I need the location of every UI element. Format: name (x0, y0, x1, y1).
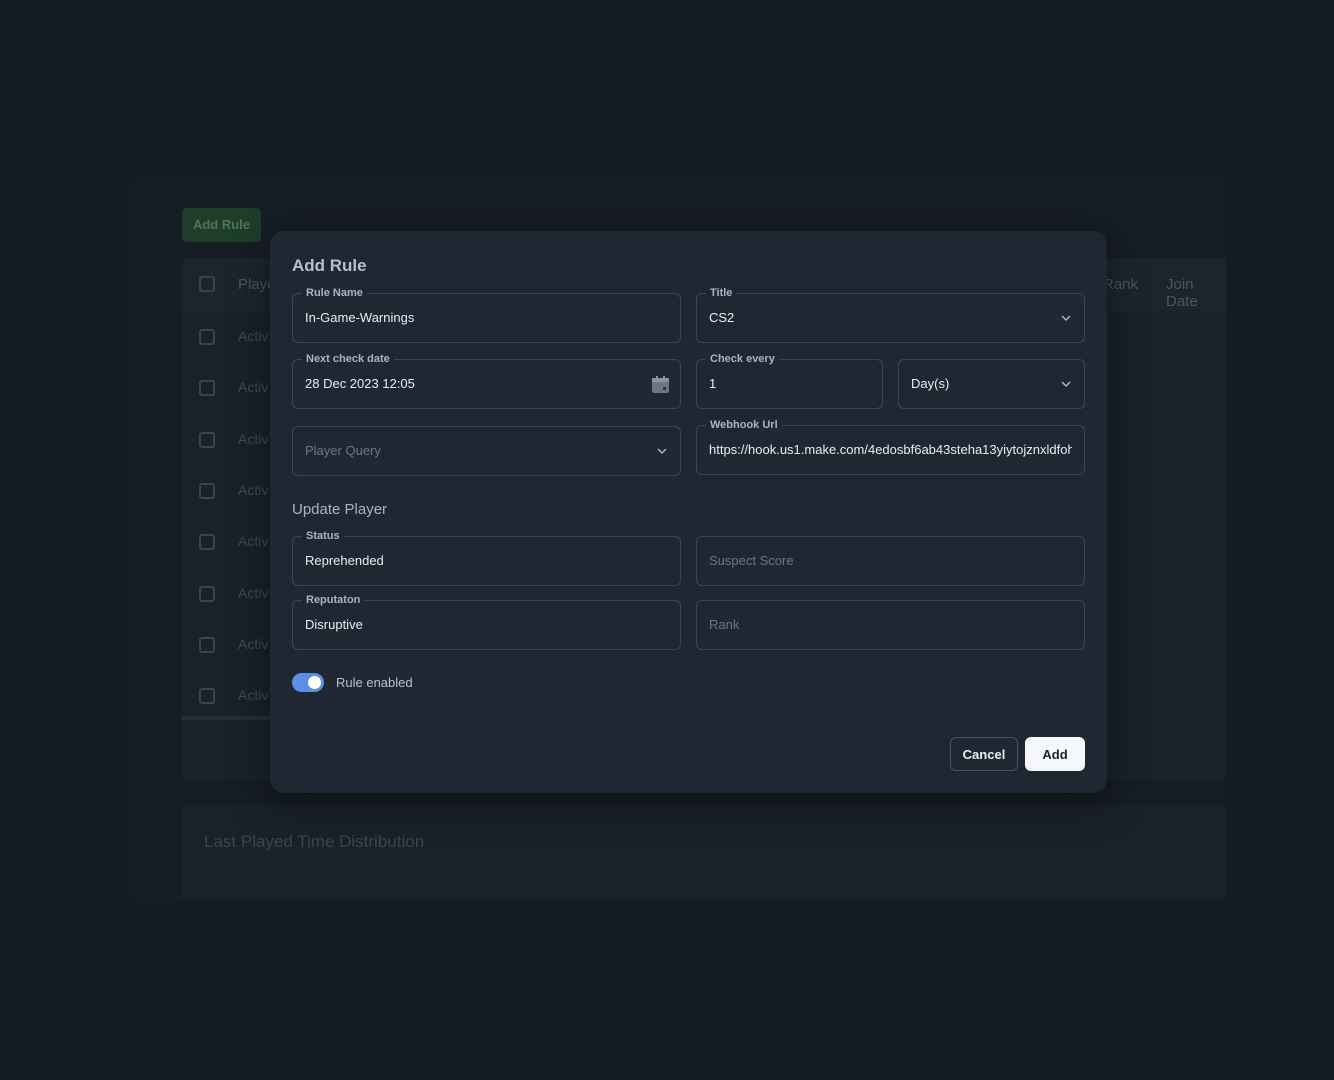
chevron-down-icon (657, 448, 667, 455)
check-unit-select[interactable]: Day(s) (898, 359, 1085, 409)
rule-enabled-toggle[interactable] (292, 673, 324, 692)
row-status: Activ (238, 635, 269, 652)
webhook-url-input[interactable]: https://hook.us1.make.com/4edosbf6ab43st… (709, 426, 1072, 474)
row-status: Activ (238, 584, 269, 601)
check-every-field[interactable]: Check every 1 (696, 352, 883, 409)
calendar-icon[interactable] (651, 375, 670, 394)
cancel-button[interactable]: Cancel (950, 737, 1018, 771)
row-status: Activ (238, 481, 269, 498)
check-unit-selected-value: Day(s) (911, 376, 950, 391)
table-scrollbar (182, 716, 272, 720)
row-checkbox (199, 380, 215, 397)
add-rule-dialog: Add Rule Rule Name In-Game-Warnings Titl… (270, 231, 1107, 793)
update-player-heading: Update Player (292, 501, 388, 518)
row-checkbox (199, 688, 215, 705)
chart-title: Last Played Time Distribution (204, 832, 425, 851)
select-all-checkbox (199, 276, 215, 292)
reputation-input[interactable]: Disruptive (305, 601, 668, 649)
background-chart-card: Last Played Time Distribution (182, 806, 1226, 900)
row-checkbox (199, 482, 215, 499)
next-check-date-input[interactable]: 28 Dec 2023 12:05 (305, 360, 668, 408)
suspect-score-placeholder[interactable]: Suspect Score (709, 537, 1072, 585)
rule-name-input[interactable]: In-Game-Warnings (305, 294, 668, 342)
header-rank: Rank (1103, 276, 1139, 293)
row-checkbox (199, 585, 215, 602)
suspect-score-field[interactable]: Suspect Score (696, 536, 1085, 586)
row-checkbox (199, 329, 215, 345)
status-field[interactable]: Status Reprehended (292, 529, 681, 586)
player-query-placeholder: Player Query (305, 443, 381, 458)
rank-field[interactable]: Rank (696, 600, 1085, 650)
row-status: Activ (238, 379, 269, 396)
next-check-date-field[interactable]: Next check date 28 Dec 2023 12:05 (292, 352, 681, 409)
rule-name-field[interactable]: Rule Name In-Game-Warnings (292, 286, 681, 343)
check-every-input[interactable]: 1 (709, 360, 870, 408)
toggle-knob (308, 676, 321, 689)
status-input[interactable]: Reprehended (305, 537, 668, 585)
background-add-rule-button: Add Rule (182, 208, 261, 242)
add-button[interactable]: Add (1025, 737, 1085, 771)
row-status: Activ (238, 430, 269, 447)
chevron-down-icon (1061, 381, 1071, 388)
header-join-date: Join Date (1166, 276, 1198, 310)
rank-placeholder[interactable]: Rank (709, 601, 1072, 649)
row-checkbox (199, 431, 215, 448)
reputation-field[interactable]: Reputaton Disruptive (292, 593, 681, 650)
row-status: Activ (238, 533, 269, 550)
row-status: Activ (238, 328, 269, 344)
title-select[interactable]: Title CS2 (696, 286, 1085, 343)
chevron-down-icon (1061, 315, 1071, 322)
rule-enabled-label: Rule enabled (336, 675, 413, 690)
row-checkbox (199, 534, 215, 551)
webhook-url-field[interactable]: Webhook Url https://hook.us1.make.com/4e… (696, 418, 1085, 475)
row-status: Activ (238, 687, 269, 704)
player-query-select[interactable]: Player Query (292, 426, 681, 476)
title-selected-value: CS2 (709, 310, 735, 325)
dialog-title: Add Rule (292, 256, 367, 275)
row-checkbox (199, 636, 215, 653)
